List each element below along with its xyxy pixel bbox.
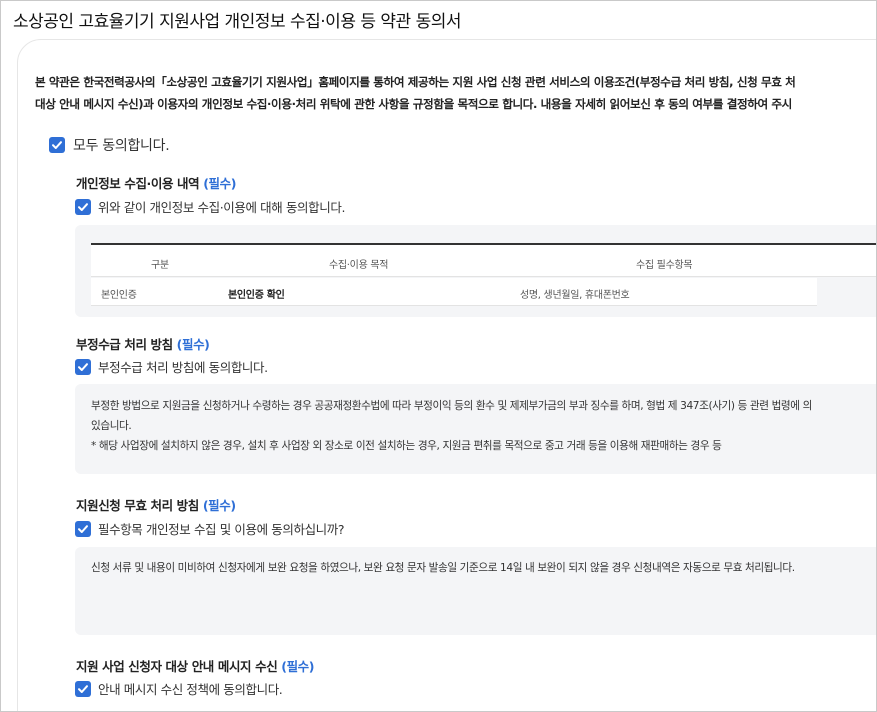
- check-icon: [78, 524, 88, 533]
- intro-text: 본 약관은 한국전력공사의「소상공인 고효율기기 지원사업」홈페이지를 통하여 …: [35, 71, 876, 115]
- privacy-section-title: 개인정보 수집·이용 내역 (필수): [76, 173, 236, 192]
- consent-window: 소상공인 고효율기기 지원사업 개인정보 수집·이용 등 약관 동의서 본 약관…: [0, 0, 877, 712]
- invalid-title-text: 지원신청 무효 처리 방침: [76, 498, 199, 513]
- message-section-title: 지원 사업 신청자 대상 안내 메시지 수신 (필수): [76, 656, 314, 675]
- invalid-checkbox-label: 필수항목 개인정보 수집 및 이용에 동의하십니까?: [98, 522, 345, 537]
- required-tag: (필수): [176, 337, 210, 352]
- invalid-checkbox[interactable]: [75, 520, 91, 537]
- intro-line-1: 본 약관은 한국전력공사의「소상공인 고효율기기 지원사업」홈페이지를 통하여 …: [35, 75, 796, 89]
- table-header-cell: 수집·이용 목적: [329, 260, 389, 271]
- fraud-checkbox[interactable]: [75, 358, 91, 375]
- fraud-title-text: 부정수급 처리 방침: [76, 337, 173, 352]
- table-cell: 본인인증: [101, 290, 137, 301]
- intro-line-2: 대상 안내 메시지 수신)과 이용자의 개인정보 수집·이용·처리 위탁에 관한…: [35, 97, 792, 111]
- privacy-table: 구분 수집·이용 목적 수집 필수항목 본인인증 본인인증 확인 성명, 생년월…: [91, 243, 876, 307]
- page-title: 소상공인 고효율기기 지원사업 개인정보 수집·이용 등 약관 동의서: [13, 12, 462, 32]
- table-row: 본인인증 본인인증 확인 성명, 생년월일, 휴대폰번호: [91, 278, 817, 306]
- fraud-text-line: 부정한 방법으로 지원금을 신청하거나 수령하는 경우 공공재정환수법에 따라 …: [91, 400, 812, 412]
- agree-all-label: 모두 동의합니다.: [73, 138, 170, 154]
- fraud-text: 부정한 방법으로 지원금을 신청하거나 수령하는 경우 공공재정환수법에 따라 …: [91, 396, 876, 456]
- fraud-text-line: * 해당 사업장에 설치하지 않은 경우, 설치 후 사업장 외 장소로 이전 …: [91, 440, 722, 452]
- required-tag: (필수): [281, 659, 315, 674]
- agree-all-checkbox-row[interactable]: 모두 동의합니다.: [49, 135, 170, 155]
- privacy-checkbox[interactable]: [75, 198, 91, 215]
- table-header-cell: 구분: [151, 260, 169, 271]
- invalid-text-line: 신청 서류 및 내용이 미비하여 신청자에게 보완 요청을 하였으나, 보완 요…: [91, 562, 795, 574]
- message-checkbox[interactable]: [75, 680, 91, 697]
- check-icon: [78, 684, 88, 693]
- fraud-checkbox-row[interactable]: 부정수급 처리 방침에 동의합니다.: [75, 357, 268, 376]
- fraud-text-line: 있습니다.: [91, 420, 132, 432]
- check-icon: [52, 141, 62, 149]
- fraud-checkbox-label: 부정수급 처리 방침에 동의합니다.: [98, 360, 268, 375]
- table-cell: 성명, 생년월일, 휴대폰번호: [520, 290, 630, 301]
- table-header-row: 구분 수집·이용 목적 수집 필수항목: [91, 245, 876, 277]
- agree-all-checkbox[interactable]: [49, 137, 65, 153]
- invalid-text: 신청 서류 및 내용이 미비하여 신청자에게 보완 요청을 하였으나, 보완 요…: [91, 558, 876, 578]
- message-checkbox-row[interactable]: 안내 메시지 수신 정책에 동의합니다.: [75, 679, 283, 698]
- fraud-section-title: 부정수급 처리 방침 (필수): [76, 334, 210, 353]
- message-title-text: 지원 사업 신청자 대상 안내 메시지 수신: [76, 659, 278, 674]
- table-header-cell: 수집 필수항목: [636, 260, 693, 271]
- privacy-title-text: 개인정보 수집·이용 내역: [76, 176, 200, 191]
- message-checkbox-label: 안내 메시지 수신 정책에 동의합니다.: [98, 682, 283, 697]
- required-tag: (필수): [202, 498, 236, 513]
- invalid-section-title: 지원신청 무효 처리 방침 (필수): [76, 495, 236, 514]
- privacy-checkbox-row[interactable]: 위와 같이 개인정보 수집·이용에 대해 동의합니다.: [75, 197, 345, 216]
- invalid-checkbox-row[interactable]: 필수항목 개인정보 수집 및 이용에 동의하십니까?: [75, 519, 345, 538]
- check-icon: [78, 202, 88, 211]
- privacy-checkbox-label: 위와 같이 개인정보 수집·이용에 대해 동의합니다.: [98, 200, 346, 215]
- check-icon: [78, 362, 88, 371]
- table-cell: 본인인증 확인: [228, 290, 285, 301]
- required-tag: (필수): [203, 176, 237, 191]
